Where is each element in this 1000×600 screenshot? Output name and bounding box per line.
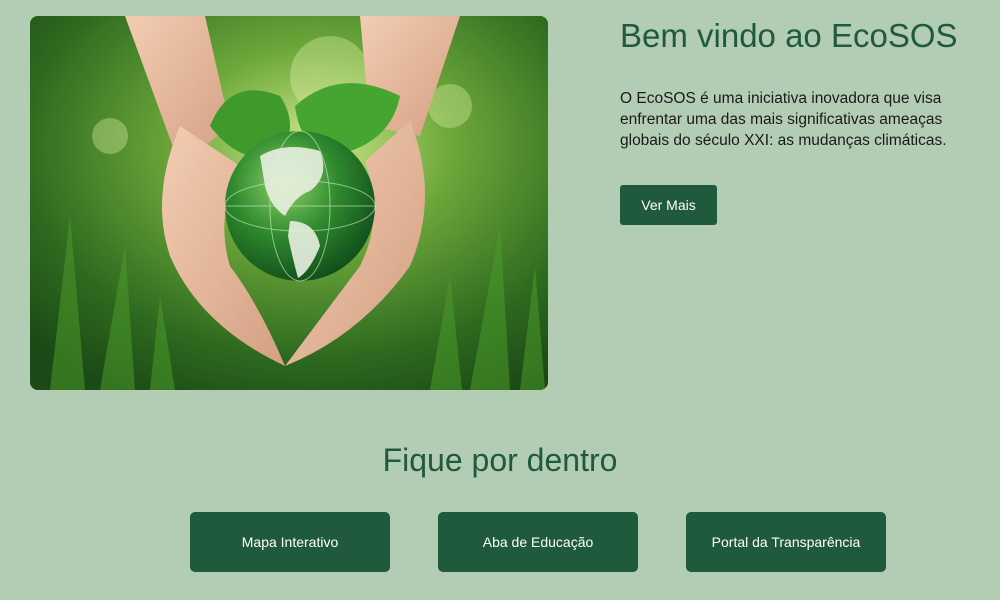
- transparency-portal-button[interactable]: Portal da Transparência: [686, 512, 886, 572]
- hands-holding-globe-image: [30, 16, 548, 390]
- intro-description: O EcoSOS é uma iniciativa inovadora que …: [620, 88, 990, 151]
- intro-line-1: O EcoSOS é uma iniciativa inovadora que …: [620, 90, 942, 107]
- intro-section: Bem vindo ao EcoSOS O EcoSOS é uma inici…: [620, 16, 990, 225]
- interactive-map-button[interactable]: Mapa Interativo: [190, 512, 390, 572]
- welcome-title: Bem vindo ao EcoSOS: [620, 17, 958, 54]
- education-tab-button[interactable]: Aba de Educação: [438, 512, 638, 572]
- section-title: Fique por dentro: [382, 442, 618, 478]
- intro-line-2: enfrentar uma das mais significativas am…: [620, 111, 943, 128]
- intro-line-3: globais do século XXI: as mudanças climá…: [620, 132, 947, 149]
- quick-links: Mapa Interativo Aba de Educação Portal d…: [190, 512, 886, 572]
- see-more-button[interactable]: Ver Mais: [620, 185, 717, 225]
- hero-image: [30, 16, 548, 390]
